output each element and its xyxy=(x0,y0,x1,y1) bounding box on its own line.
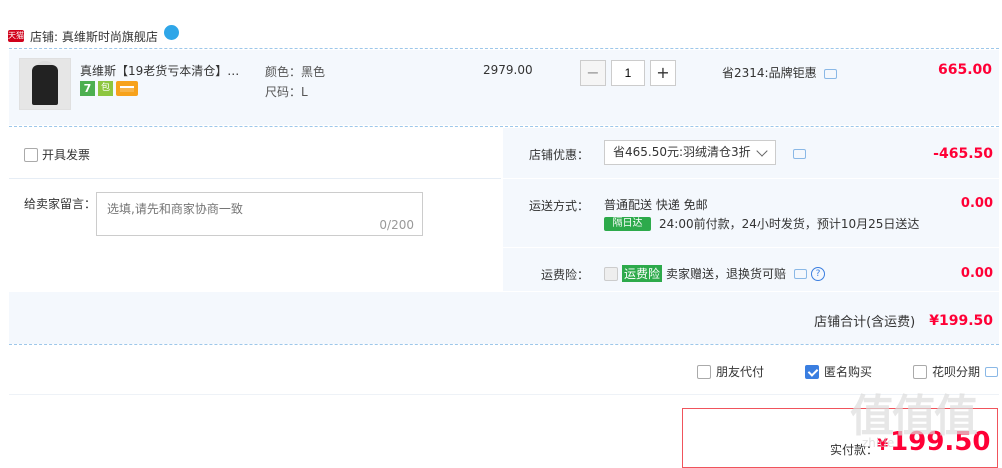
comment-icon[interactable] xyxy=(985,366,999,377)
friend-pay-label: 朋友代付 xyxy=(716,365,765,379)
item-service-badges: 7 包 xyxy=(80,81,138,96)
unit-price: 2979.00 xyxy=(483,63,533,77)
help-icon[interactable]: ? xyxy=(811,266,826,281)
divider xyxy=(9,48,999,49)
store-discount-label: 店铺优惠： xyxy=(529,148,590,162)
subtotal-amount: ¥199.50 xyxy=(929,312,993,329)
huabei-option[interactable]: 花呗分期 xyxy=(913,363,999,380)
credit-card-icon[interactable] xyxy=(116,81,138,96)
message-label: 给卖家留言： xyxy=(24,197,97,211)
wangwang-chat-icon[interactable] xyxy=(163,24,179,40)
shipping-label: 运送方式： xyxy=(529,199,590,213)
invoice-label: 开具发票 xyxy=(42,148,91,162)
comment-icon[interactable] xyxy=(824,69,838,79)
message-field[interactable]: 0/200 xyxy=(96,192,423,236)
insurance-info: 运费险 卖家赠送，退换货可赔 ? xyxy=(604,265,826,282)
shipping-eta: 隔日达 24:00前付款，24小时发货，预计10月25日送达 xyxy=(604,215,919,232)
anonymous-label: 匿名购买 xyxy=(824,365,873,379)
anonymous-checkbox[interactable] xyxy=(805,364,819,379)
comment-icon[interactable] xyxy=(794,268,808,279)
friend-pay-option[interactable]: 朋友代付 xyxy=(697,363,764,380)
seven-day-return-icon[interactable]: 7 xyxy=(80,81,95,96)
shop-header: 天猫 店铺: 真维斯时尚旗舰店 xyxy=(8,24,179,46)
quantity-input[interactable] xyxy=(611,60,645,86)
insurance-amount: 0.00 xyxy=(960,266,993,281)
message-char-count: 0/200 xyxy=(379,218,414,232)
divider xyxy=(9,126,999,127)
insurance-label: 运费险： xyxy=(541,268,590,282)
quantity-stepper: − + xyxy=(580,60,676,86)
item-thumbnail[interactable] xyxy=(19,58,71,110)
subtotal-label: 店铺合计(含运费) xyxy=(814,315,916,330)
friend-pay-checkbox[interactable] xyxy=(697,364,711,379)
next-day-badge: 隔日达 xyxy=(604,216,651,231)
store-discount-select[interactable]: 省465.50元:羽绒清仓3折 xyxy=(604,140,776,165)
shipping-amount: 0.00 xyxy=(960,196,993,211)
invoice-option[interactable]: 开具发票 xyxy=(24,146,90,163)
guarantee-icon[interactable]: 包 xyxy=(98,81,113,96)
divider xyxy=(503,247,999,248)
invoice-checkbox[interactable] xyxy=(24,147,38,162)
divider xyxy=(9,178,501,179)
item-promotion: 省2314:品牌钜惠 xyxy=(722,64,838,81)
insurance-tag: 运费险 xyxy=(622,265,663,282)
sku-color: 颜色：黑色 xyxy=(265,65,326,79)
sku-size: 尺码：L xyxy=(265,85,308,99)
message-input[interactable] xyxy=(97,193,422,235)
divider xyxy=(9,344,999,345)
shipping-method: 普通配送 快递 免邮 xyxy=(604,198,708,212)
chevron-down-icon xyxy=(756,145,768,157)
huabei-label: 花呗分期 xyxy=(932,365,981,379)
watermark-logo: 值值值 xyxy=(850,391,978,442)
comment-icon[interactable] xyxy=(793,149,806,159)
decrease-quantity-button[interactable]: − xyxy=(580,60,606,86)
tmall-icon: 天猫 xyxy=(8,30,24,42)
shop-name-link[interactable]: 店铺: 真维斯时尚旗舰店 xyxy=(30,28,158,45)
store-subtotal: 店铺合计(含运费) ¥199.50 xyxy=(814,311,993,331)
store-discount-value: 省465.50元:羽绒清仓3折 xyxy=(613,145,751,159)
store-discount-amount: -465.50 xyxy=(933,146,993,162)
increase-quantity-button[interactable]: + xyxy=(650,60,676,86)
insurance-desc: 卖家赠送，退换货可赔 xyxy=(666,267,787,281)
huabei-checkbox[interactable] xyxy=(913,364,927,379)
item-title-link[interactable]: 真维斯【19老货亏本清仓】韩... xyxy=(80,62,250,79)
promo-text: 省2314:品牌钜惠 xyxy=(722,66,817,80)
insurance-checkbox xyxy=(604,266,618,281)
divider xyxy=(503,178,999,179)
anonymous-option[interactable]: 匿名购买 xyxy=(805,363,872,380)
shipping-note: 24:00前付款，24小时发货，预计10月25日送达 xyxy=(659,217,920,231)
watermark-sub: zhide xyxy=(862,436,895,450)
item-total: 665.00 xyxy=(937,62,992,78)
